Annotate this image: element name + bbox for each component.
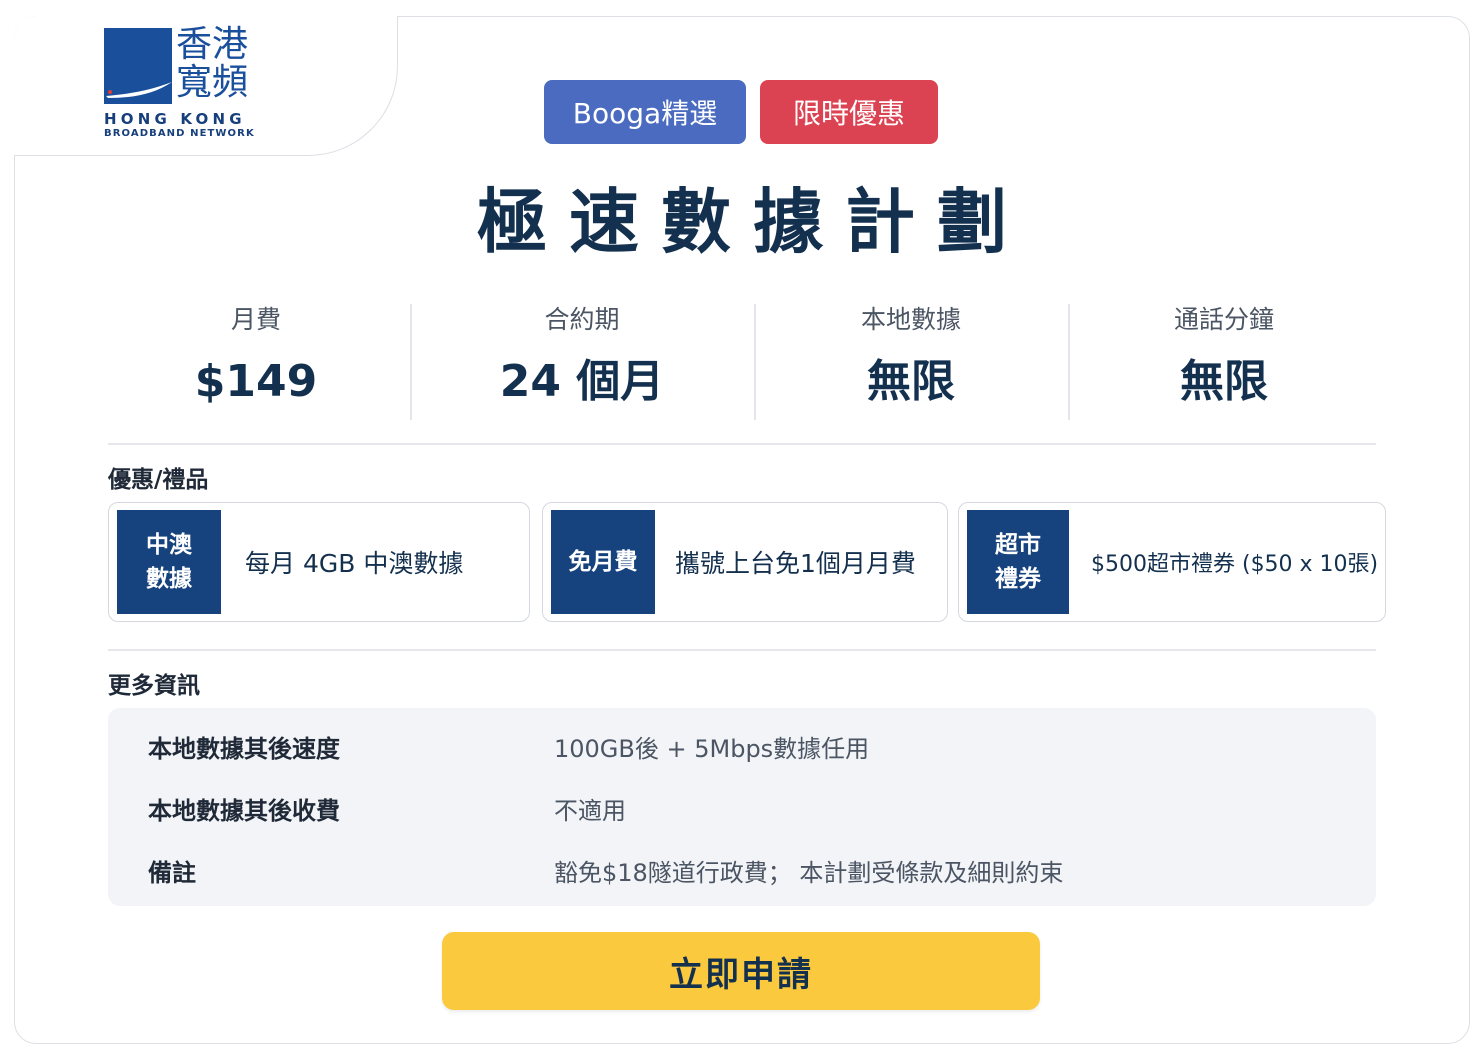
info-value: 不適用 [554,796,626,825]
stat-local-data: 本地數據 無限 [758,300,1064,408]
booga-pick-badge: Booga精選 [544,80,746,144]
stat-contract-period: 合約期 24 個月 [414,300,750,408]
offer-tag-line: 數據 [146,566,192,592]
stat-value: 無限 [867,356,955,407]
more-info-table: 本地數據其後速度 100GB後 + 5Mbps數據任用 本地數據其後收費 不適用… [108,708,1376,906]
logo-chinese-name: 香港寬頻 [176,24,249,103]
apply-now-button[interactable]: 立即申請 [442,932,1040,1010]
offer-tag-line: 免月費 [568,549,638,575]
stat-divider [754,304,756,420]
offer-card-china-macau-data: 中澳 數據 每月 4GB 中澳數據 [108,502,530,622]
info-key: 本地數據其後速度 [148,734,340,763]
offer-card-supermarket-voucher: 超市 禮券 $500超市禮券 ($50 x 10張) [958,502,1386,622]
section-divider [108,649,1376,651]
info-key: 本地數據其後收費 [148,796,340,825]
stat-label: 月費 [230,305,281,334]
stat-value: 無限 [1180,356,1268,407]
section-divider [108,443,1376,445]
offer-text: $500超市禮券 ($50 x 10張) [1091,552,1379,577]
offer-tag: 中澳 數據 [117,510,221,614]
offer-text: 每月 4GB 中澳數據 [245,549,464,578]
stat-value: 24 個月 [499,356,665,407]
logo-english-line2: BROADBAND NETWORK [104,128,255,139]
stat-call-minutes: 通話分鐘 無限 [1072,300,1376,408]
stat-label: 通話分鐘 [1173,305,1274,334]
stat-monthly-fee: 月費 $149 [108,300,404,408]
info-key: 備註 [148,858,196,887]
offer-tag-line: 禮券 [995,566,1041,592]
offer-tag-line: 超市 [995,532,1041,558]
stat-value: $149 [194,356,318,407]
limited-offer-badge: 限時優惠 [760,80,938,144]
stat-label: 本地數據 [860,305,961,334]
offer-tag-line: 中澳 [146,532,192,558]
offers-section-title: 優惠/禮品 [108,467,209,493]
logo-swoosh-icon [106,82,172,98]
offer-text: 攜號上台免1個月月費 [675,549,916,578]
plan-title: 極速數據計劃 [477,181,1029,263]
stat-divider [410,304,412,420]
logo-english-line1: HONG KONG [104,110,246,128]
offer-card-free-month: 免月費 攜號上台免1個月月費 [542,502,948,622]
offer-tag: 超市 禮券 [967,510,1069,614]
info-value: 100GB後 + 5Mbps數據任用 [554,734,870,763]
info-value: 豁免$18隧道行政費； 本計劃受條款及細則約束 [554,858,1064,887]
offer-tag: 免月費 [551,510,655,614]
stat-divider [1068,304,1070,420]
more-info-section-title: 更多資訊 [108,673,200,699]
stat-label: 合約期 [544,305,620,334]
